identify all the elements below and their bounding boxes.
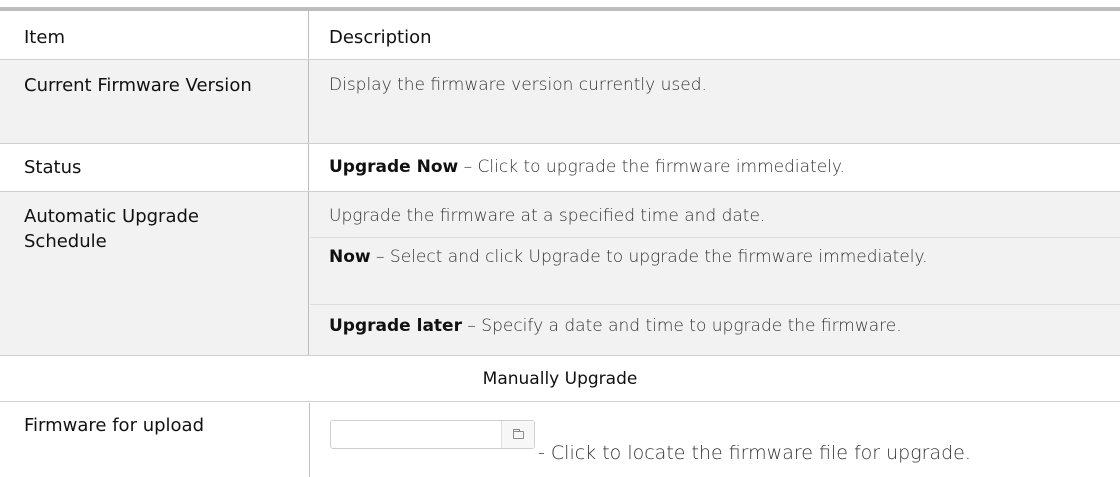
inner-divider [310,304,1120,305]
row-label-firmware-upload: Firmware for upload [24,415,204,436]
desc-line: Upgrade later – Specify a date and time … [329,314,902,339]
section-row: Manually Upgrade [0,356,1120,402]
folder-icon [512,428,524,439]
desc-cell: Upgrade the firmware at a specified time… [310,192,1120,355]
table-row: Status Upgrade Now – Click to upgrade th… [0,144,1120,192]
desc-line: Now – Select and click Upgrade to upgrad… [329,245,1089,270]
desc-text: Display the firmware version currently u… [329,75,707,95]
desc-cell: Display the firmware version currently u… [310,60,1120,143]
row-label-current-firmware: Current Firmware Version [24,75,252,96]
header-desc-cell: Description [310,11,1120,59]
desc-line: Upgrade the firmware at a specified time… [329,204,765,229]
desc-line: Upgrade Now – Click to upgrade the firmw… [329,155,845,180]
upload-description: - Click to locate the firmware file for … [538,442,971,464]
desc-bold: Now [329,247,371,267]
desc-line: Display the firmware version currently u… [329,73,707,98]
row-label-auto-upgrade: Automatic Upgrade Schedule [24,206,199,252]
desc-text: – Click to upgrade the firmware immediat… [458,157,845,177]
desc-bold: Upgrade Now [329,157,459,177]
item-cell: Status [0,144,309,191]
table-row: Automatic Upgrade Schedule Upgrade the f… [0,192,1120,356]
desc-text: Upgrade the firmware at a specified time… [329,206,766,226]
section-title: Manually Upgrade [482,369,638,389]
header-item: Item [24,27,65,48]
column-divider [309,403,310,477]
table-header: Item Description [0,11,1120,60]
header-item-cell: Item [0,11,309,59]
desc-cell: Upgrade Now – Click to upgrade the firmw… [310,144,1120,191]
desc-bold: Upgrade later [329,316,462,336]
item-cell: Current Firmware Version [0,60,309,143]
inner-divider [310,237,1120,238]
firmware-file-input[interactable] [330,420,535,449]
row-label-status: Status [24,157,82,178]
table-row: Current Firmware Version Display the fir… [0,60,1120,144]
desc-text: – Select and click Upgrade to upgrade th… [370,247,928,267]
desc-text: – Specify a date and time to upgrade the… [461,316,902,336]
item-cell: Automatic Upgrade Schedule [0,192,309,355]
browse-button[interactable] [501,421,534,448]
header-description: Description [329,27,432,48]
